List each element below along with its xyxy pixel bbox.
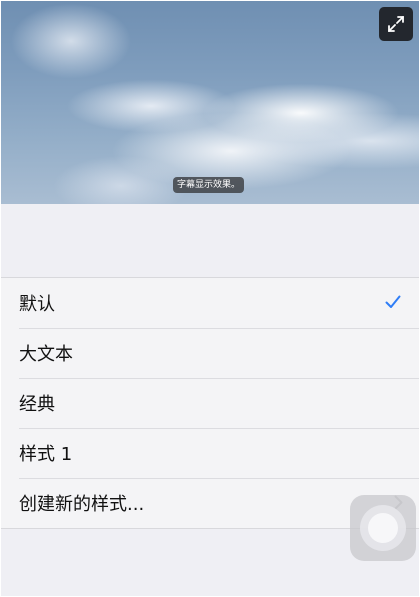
checkmark-icon <box>385 295 401 308</box>
expand-button[interactable] <box>379 7 413 41</box>
style-item-label: 样式 1 <box>19 444 73 465</box>
style-item-label: 创建新的样式... <box>19 494 145 515</box>
style-item-label: 大文本 <box>19 344 73 365</box>
assistive-touch-icon <box>360 505 406 551</box>
style-item-classic[interactable]: 经典 <box>1 378 419 428</box>
subtitle-preview: 字幕显示效果。 <box>1 1 419 204</box>
assistive-touch-button[interactable] <box>350 495 416 561</box>
style-list: 默认 大文本 经典 样式 1 创建新的样式... <box>1 277 419 529</box>
style-item-label: 默认 <box>19 294 55 315</box>
style-item-label: 经典 <box>19 394 55 415</box>
style-item-default[interactable]: 默认 <box>1 278 419 328</box>
caption-sample: 字幕显示效果。 <box>173 177 245 193</box>
expand-arrows-icon <box>388 16 404 32</box>
style-item-style-1[interactable]: 样式 1 <box>1 428 419 478</box>
screen: 字幕显示效果。 默认 大文本 经典 样式 1 创建新的样式... <box>1 1 419 596</box>
style-item-large-text[interactable]: 大文本 <box>1 328 419 378</box>
